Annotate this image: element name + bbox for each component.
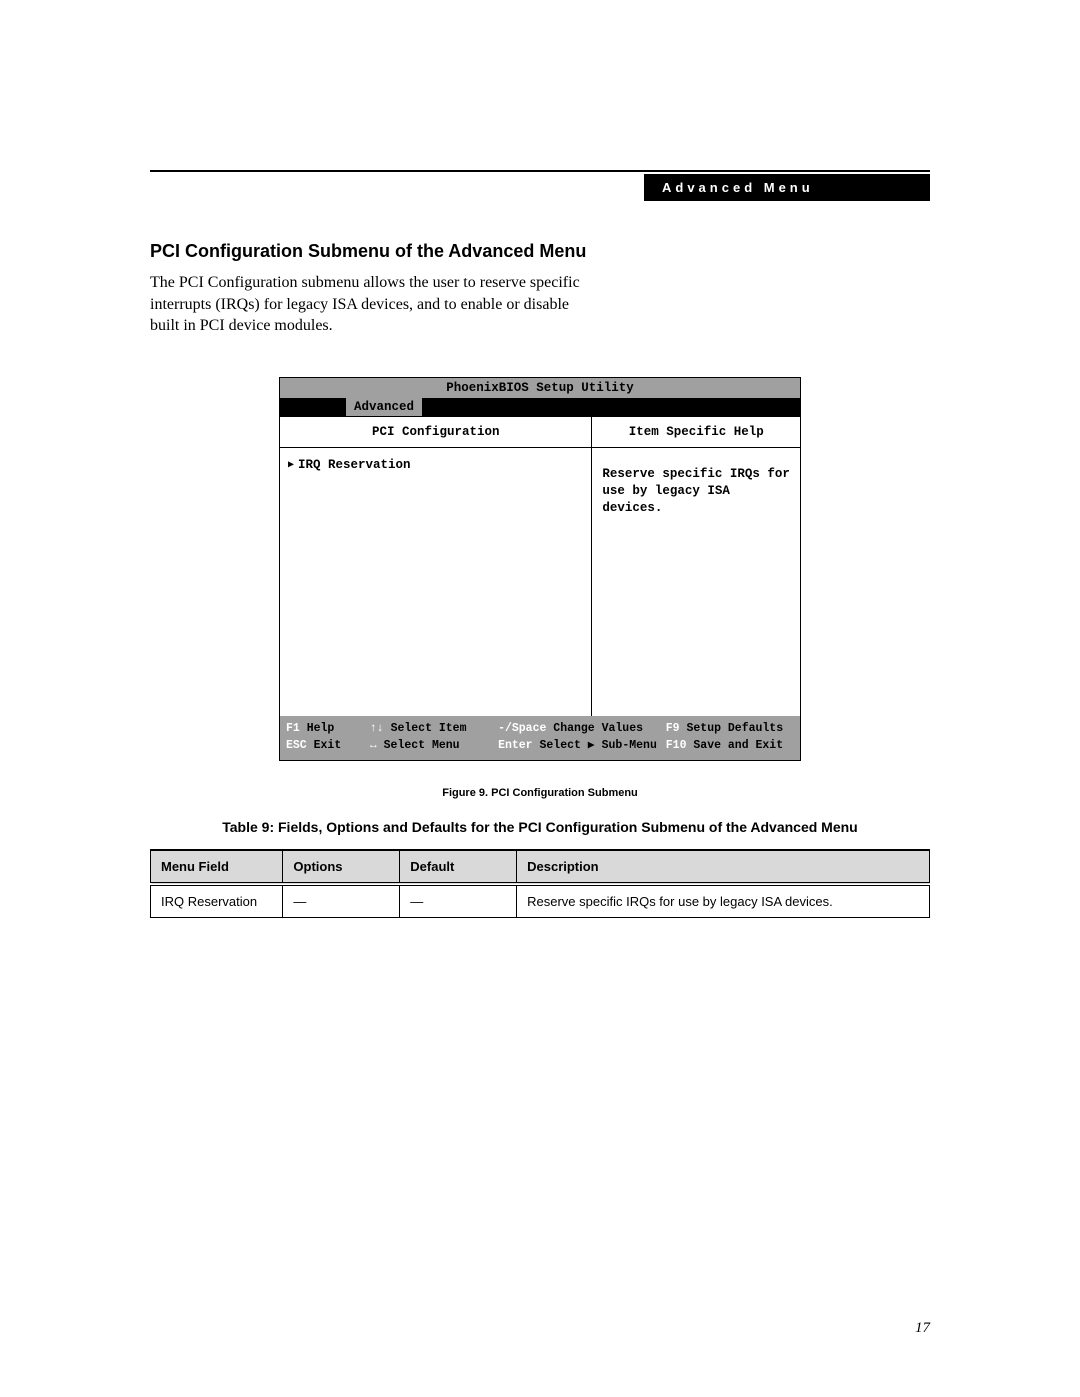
top-rule	[150, 170, 930, 172]
table-row: IRQ Reservation — — Reserve specific IRQ…	[151, 884, 930, 918]
figure-caption: Figure 9. PCI Configuration Submenu	[150, 787, 930, 799]
bios-key-f1: F1	[286, 722, 300, 735]
th-menu-field: Menu Field	[151, 850, 283, 884]
th-description: Description	[517, 850, 930, 884]
bios-key-esc: ESC	[286, 739, 307, 752]
bios-screenshot: PhoenixBIOS Setup Utility Advanced PCI C…	[279, 377, 801, 762]
td-options: —	[283, 884, 400, 918]
table-title: Table 9: Fields, Options and Defaults fo…	[150, 819, 930, 835]
th-default: Default	[400, 850, 517, 884]
bios-key-space: -/Space	[498, 722, 546, 735]
td-field: IRQ Reservation	[151, 884, 283, 918]
th-options: Options	[283, 850, 400, 884]
bios-right-panel-title: Item Specific Help	[592, 417, 800, 448]
bios-submenu-label: IRQ Reservation	[298, 458, 411, 472]
bios-key-arrows-h: ↔	[370, 739, 377, 752]
bios-left-panel-title: PCI Configuration	[280, 417, 591, 448]
options-table: Menu Field Options Default Description I…	[150, 849, 930, 918]
bios-menubar: Advanced	[280, 398, 800, 416]
bios-footer: F1 Help ↑↓ Select Item -/Space Change Va…	[280, 716, 800, 761]
bios-key-enter: Enter	[498, 739, 533, 752]
section-body: The PCI Configuration submenu allows the…	[150, 272, 590, 337]
bios-key-f9: F9	[666, 722, 680, 735]
section-header-badge: Advanced Menu	[644, 174, 930, 201]
page-number: 17	[915, 1320, 930, 1337]
bios-key-arrows-v: ↑↓	[370, 722, 384, 735]
bios-help-text: Reserve specific IRQs for use by legacy …	[592, 448, 800, 716]
bios-submenu-irq-reservation[interactable]: ▶ IRQ Reservation	[288, 458, 583, 472]
td-description: Reserve specific IRQs for use by legacy …	[517, 884, 930, 918]
bios-key-f10: F10	[666, 739, 687, 752]
bios-tab-advanced[interactable]: Advanced	[346, 398, 422, 416]
triangle-right-icon: ▶	[288, 459, 294, 471]
bios-title: PhoenixBIOS Setup Utility	[280, 378, 800, 398]
section-title: PCI Configuration Submenu of the Advance…	[150, 241, 930, 262]
td-default: —	[400, 884, 517, 918]
